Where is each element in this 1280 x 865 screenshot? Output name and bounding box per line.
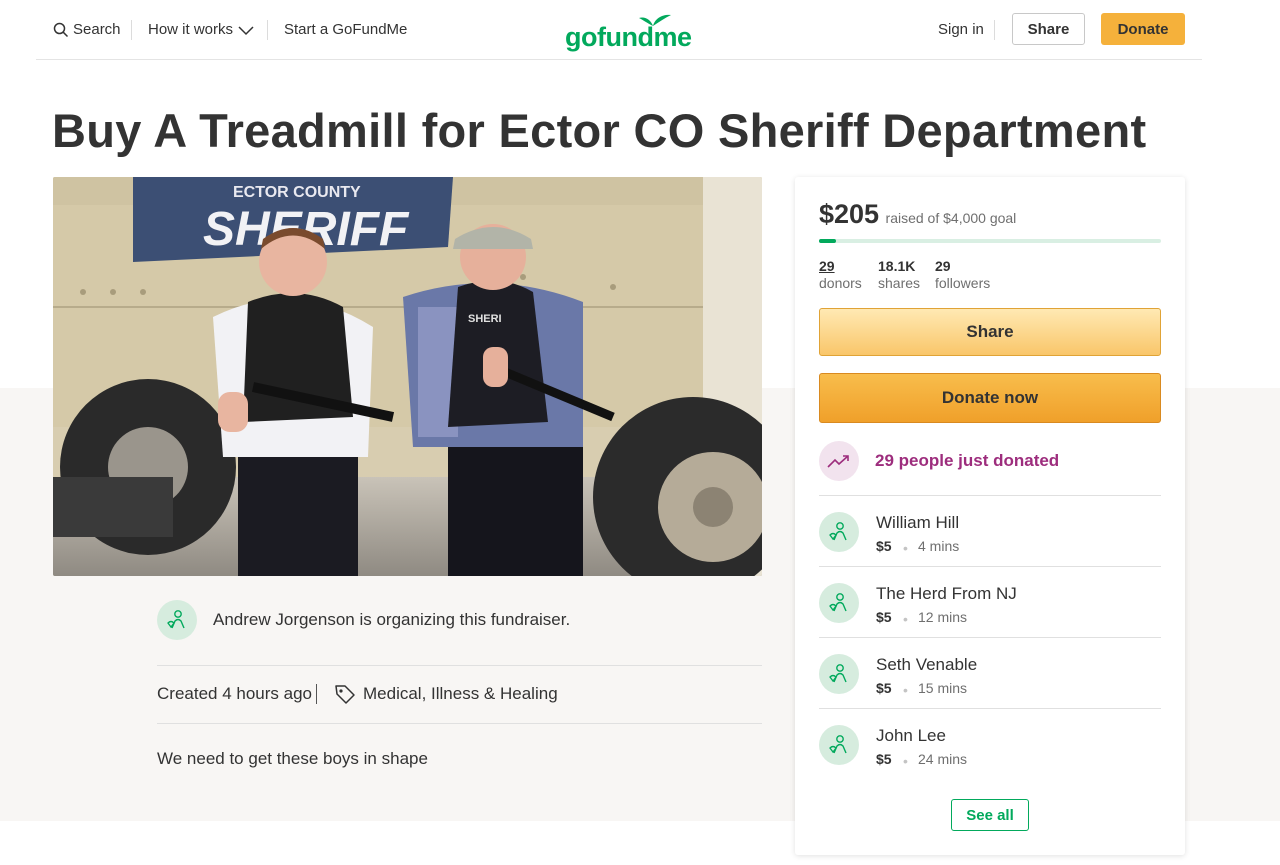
share-button[interactable]: Share [819, 308, 1161, 356]
donation-item: John Lee $5 • 24 mins [819, 708, 1161, 779]
stat-shares: 18.1K shares [878, 258, 920, 292]
recent-donations-text: 29 people just donated [875, 451, 1060, 470]
donation-item: William Hill $5 • 4 mins [819, 495, 1161, 566]
donate-now-button[interactable]: Donate now [819, 373, 1161, 423]
meta-divider [316, 684, 317, 704]
recent-donations-list: William Hill $5 • 4 mins The Herd From N… [819, 495, 1161, 779]
stat-followers: 29 followers [935, 258, 990, 292]
organizer-row: Andrew Jorgenson is organizing this fund… [157, 600, 762, 666]
person-heart-icon [829, 593, 847, 612]
donor-name: The Herd From NJ [876, 584, 1017, 603]
donation-time: 4 mins [918, 538, 960, 554]
chevron-down-icon [238, 25, 254, 35]
separator-dot: • [903, 611, 908, 627]
start-gofundme-link[interactable]: Start a GoFundMe [284, 0, 407, 59]
person-heart-icon [167, 610, 185, 629]
donation-amount: $5 [876, 609, 892, 625]
vehicle-text-county: ECTOR COUNTY [233, 184, 361, 201]
search-link[interactable]: Search [53, 0, 121, 59]
trend-badge [819, 441, 859, 481]
search-icon [53, 22, 69, 37]
created-time: Created 4 hours ago [157, 684, 312, 703]
person-heart-icon [829, 522, 847, 541]
campaign-title: Buy A Treadmill for Ector CO Sheriff Dep… [52, 104, 1147, 157]
donation-time: 15 mins [918, 680, 968, 696]
donation-time: 12 mins [918, 609, 968, 625]
raised-amount: $205 [819, 199, 880, 229]
raised-goal: raised of $4,000 goal [885, 210, 1017, 226]
donor-name: Seth Venable [876, 655, 978, 674]
category-link[interactable]: Medical, Illness & Healing [363, 684, 558, 704]
donor-name: John Lee [876, 726, 946, 745]
donation-card: $205 raised of $4,000 goal 29 donors 18.… [795, 177, 1185, 855]
progress-fill [819, 239, 837, 243]
donation-amount: $5 [876, 680, 892, 696]
start-gofundme-label: Start a GoFundMe [284, 21, 408, 38]
person-heart-icon [829, 664, 847, 683]
stat-label: followers [935, 275, 991, 291]
person-heart-icon [829, 735, 847, 754]
organizer-text: Andrew Jorgenson is organizing this fund… [213, 610, 571, 629]
search-label: Search [73, 21, 121, 38]
stat-number: 29 [819, 258, 835, 274]
nav-divider [267, 20, 268, 40]
donor-avatar [819, 583, 859, 623]
campaign-description: We need to get these boys in shape [157, 749, 428, 768]
donor-name: William Hill [876, 513, 960, 532]
donation-item: The Herd From NJ $5 • 12 mins [819, 566, 1161, 637]
header-donate-button[interactable]: Donate [1101, 13, 1185, 45]
donor-avatar [819, 725, 859, 765]
campaign-meta: Created 4 hours ago Medical, Illness & H… [157, 666, 762, 724]
progress-bar [819, 239, 1161, 243]
stat-label: donors [819, 275, 862, 291]
stat-donors[interactable]: 29 donors [819, 258, 862, 292]
how-it-works-label: How it works [148, 21, 234, 38]
trending-up-icon [827, 455, 849, 468]
donor-avatar [819, 512, 859, 552]
how-it-works-menu[interactable]: How it works [148, 0, 255, 59]
donation-item: Seth Venable $5 • 15 mins [819, 637, 1161, 708]
see-all-button[interactable]: See all [951, 799, 1029, 831]
stat-number: 29 [935, 258, 951, 274]
nav-divider [994, 20, 995, 40]
separator-dot: • [903, 682, 908, 698]
tag-icon [335, 685, 355, 704]
header-share-button[interactable]: Share [1012, 13, 1085, 45]
donor-avatar [819, 654, 859, 694]
donation-amount: $5 [876, 751, 892, 767]
gofundme-logo[interactable]: gofundme [565, 10, 692, 52]
top-navigation: Search How it works Start a GoFundMe gof… [36, 0, 1202, 60]
donation-time: 24 mins [918, 751, 968, 767]
sign-in-link[interactable]: Sign in [938, 0, 984, 59]
raised-summary: $205 raised of $4,000 goal [819, 199, 1016, 230]
separator-dot: • [903, 540, 908, 556]
campaign-hero-image[interactable]: ECTOR COUNTY SHERIFF SHERI [53, 177, 762, 576]
logo-text: gofundme [565, 22, 692, 52]
stat-number: 18.1K [878, 258, 916, 274]
sign-in-label: Sign in [938, 21, 984, 38]
hero-illustration: ECTOR COUNTY SHERIFF SHERI [53, 177, 762, 576]
donation-amount: $5 [876, 538, 892, 554]
organizer-avatar [157, 600, 197, 640]
stat-label: shares [878, 275, 921, 291]
vest-text: SHERI [468, 313, 502, 325]
nav-divider [131, 20, 132, 40]
separator-dot: • [903, 753, 908, 769]
